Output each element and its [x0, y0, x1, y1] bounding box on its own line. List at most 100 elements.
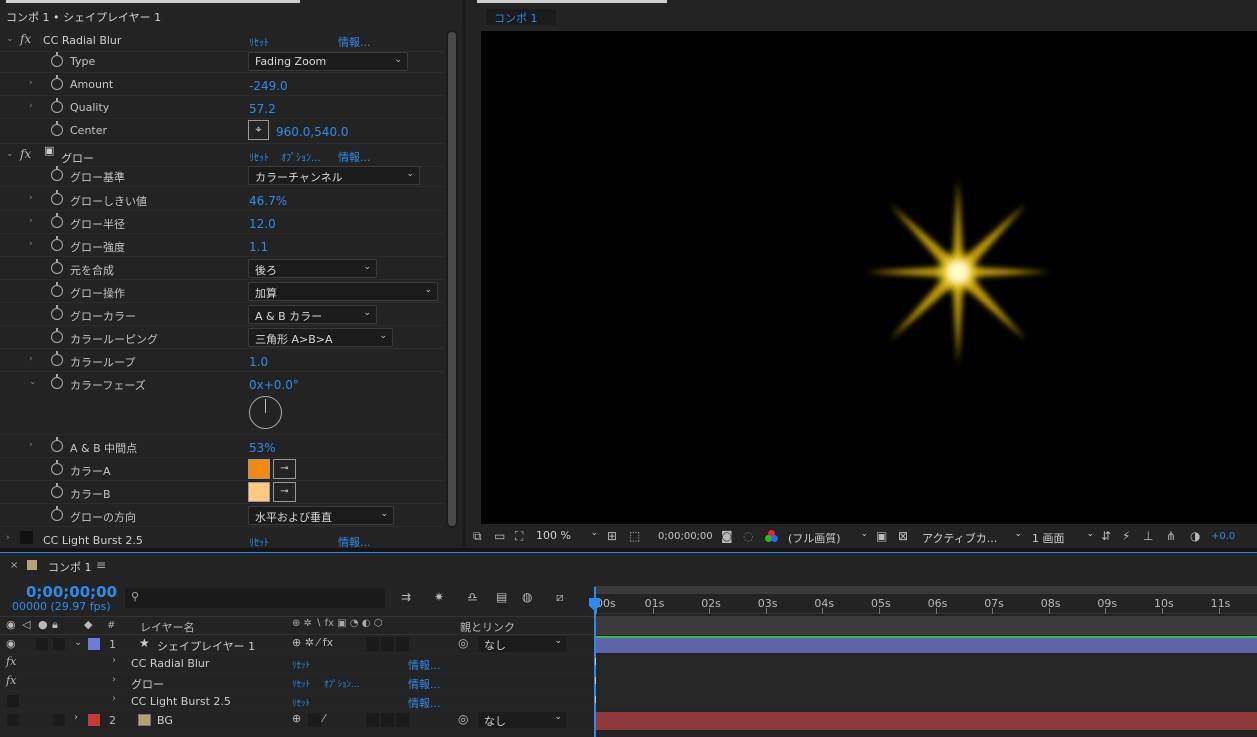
- switch-box[interactable]: [366, 637, 379, 651]
- expand-chevron-icon[interactable]: ›: [29, 101, 37, 112]
- region-of-interest-icon[interactable]: ⬚: [629, 529, 640, 543]
- expand-chevron-icon[interactable]: ›: [6, 533, 10, 543]
- expand-chevron-icon[interactable]: ›: [29, 78, 37, 89]
- shy-layers-icon[interactable]: ♎: [467, 590, 478, 604]
- switch-box[interactable]: [366, 713, 379, 727]
- work-area-bar[interactable]: [594, 586, 1257, 594]
- effect-radial-blur-header[interactable]: ⌄ fx CC Radial Blur ﾘｾｯﾄ 情報...: [0, 29, 444, 52]
- sub-effect-name[interactable]: グロー: [131, 676, 164, 692]
- prop-value[interactable]: 57.2: [249, 102, 276, 116]
- stopwatch-icon[interactable]: [51, 166, 63, 181]
- switch-box[interactable]: [396, 713, 409, 727]
- fx-toggle-icon[interactable]: fx: [6, 655, 16, 668]
- expand-chevron-icon[interactable]: ›: [29, 440, 37, 451]
- composition-canvas[interactable]: [481, 31, 1257, 524]
- fx-toggle-icon[interactable]: [20, 531, 33, 544]
- type-dropdown[interactable]: Fading Zoom ⌄: [248, 52, 408, 71]
- effect-panel-title[interactable]: コンポ 1 • シェイプレイヤー 1: [6, 9, 161, 25]
- layer-label-color[interactable]: [88, 714, 100, 726]
- sub-effect-name[interactable]: CC Radial Blur: [131, 657, 209, 670]
- channels-icon[interactable]: [765, 530, 778, 543]
- expand-chevron-icon[interactable]: ›: [29, 354, 37, 365]
- stopwatch-icon[interactable]: [51, 351, 63, 366]
- collapse-chevron-icon[interactable]: ⌄: [6, 34, 14, 44]
- expand-chevron-icon[interactable]: ›: [29, 193, 37, 204]
- solo-toggle[interactable]: [36, 638, 48, 650]
- column-parent-link[interactable]: 親とリンク: [460, 619, 515, 635]
- collapse-chevron-icon[interactable]: ⌄: [6, 149, 14, 159]
- mask-view-icon[interactable]: ⛶: [515, 529, 523, 544]
- column-layer-name[interactable]: レイヤー名: [140, 619, 195, 635]
- reset-link[interactable]: ﾘｾｯﾄ: [249, 34, 269, 49]
- glow-colors-dropdown[interactable]: A & B カラー ⌄: [248, 305, 377, 324]
- reset-link[interactable]: ﾘｾｯﾄ: [292, 658, 310, 671]
- fx-toggle-icon[interactable]: fx: [20, 147, 31, 161]
- collapse-chevron-icon[interactable]: ⌄: [74, 637, 82, 648]
- camera-view-dropdown[interactable]: アクティブカ... ⌄: [922, 529, 1022, 546]
- monitor-icon[interactable]: ▭: [494, 529, 505, 543]
- prop-value[interactable]: 12.0: [249, 217, 276, 231]
- switch-box[interactable]: [381, 637, 394, 651]
- reset-link[interactable]: ﾘｾｯﾄ: [292, 677, 310, 690]
- options-link[interactable]: ｵﾌﾟｼｮﾝ...: [281, 149, 321, 164]
- fast-previews-icon[interactable]: ⚡: [1122, 529, 1130, 543]
- stopwatch-icon[interactable]: [51, 305, 63, 320]
- layer-search-input[interactable]: ⚲: [125, 588, 385, 608]
- stopwatch-icon[interactable]: [51, 236, 63, 251]
- stopwatch-icon[interactable]: [51, 328, 63, 343]
- layer-switches[interactable]: ⊕: [292, 712, 301, 725]
- camera-icon[interactable]: ◙: [721, 529, 733, 543]
- stopwatch-icon[interactable]: [51, 506, 63, 521]
- switch-box[interactable]: [381, 713, 394, 727]
- expand-chevron-icon[interactable]: ›: [112, 655, 116, 666]
- layer-name[interactable]: BG: [157, 714, 173, 727]
- eye-toggle[interactable]: [7, 714, 19, 726]
- prop-value[interactable]: 53%: [249, 441, 276, 455]
- expand-chevron-icon[interactable]: ›: [112, 693, 116, 704]
- layer-label-color[interactable]: [88, 638, 100, 650]
- frame-blending-icon[interactable]: ▤: [496, 590, 507, 604]
- comp-mini-flowchart-icon[interactable]: ⇉: [401, 590, 411, 604]
- composite-original-dropdown[interactable]: 後ろ ⌄: [248, 259, 377, 278]
- color-b-swatch[interactable]: [248, 482, 270, 502]
- fx-toggle-icon[interactable]: fx: [6, 674, 16, 687]
- viewer-timecode[interactable]: 0;00;00;00: [658, 531, 713, 542]
- stopwatch-icon[interactable]: [51, 75, 63, 90]
- crosshair-icon[interactable]: ⌖: [248, 120, 269, 140]
- sub-effect-name[interactable]: CC Light Burst 2.5: [131, 695, 231, 708]
- video-eye-icon[interactable]: ◉: [6, 618, 16, 631]
- collapse-chevron-icon[interactable]: ⌄: [29, 377, 37, 388]
- info-link[interactable]: 情報...: [408, 657, 441, 673]
- eye-icon[interactable]: ◉: [6, 637, 16, 650]
- timeline-icon[interactable]: ⊥: [1143, 529, 1153, 543]
- switch-box[interactable]: [396, 637, 409, 651]
- expand-chevron-icon[interactable]: ›: [29, 216, 37, 227]
- prop-value[interactable]: -249.0: [249, 79, 288, 93]
- sub-effect-row[interactable]: fx › CC Radial Blur ﾘｾｯﾄ 情報...: [0, 654, 594, 673]
- exposure-value[interactable]: +0.0: [1211, 531, 1235, 542]
- sub-effect-row[interactable]: fx › グロー ﾘｾｯﾄ ｵﾌﾟｼｮﾝ... 情報...: [0, 673, 594, 692]
- stopwatch-icon[interactable]: [51, 52, 63, 67]
- tab-composition[interactable]: コンポ 1: [486, 9, 556, 25]
- prop-value[interactable]: 1.1: [249, 240, 268, 254]
- reset-link[interactable]: ﾘｾｯﾄ: [249, 534, 269, 549]
- angle-dial[interactable]: [249, 396, 282, 429]
- current-time-display[interactable]: 0;00;00;00: [26, 583, 117, 601]
- keyframe-marker-icon[interactable]: I: [594, 657, 597, 668]
- pickwhip-icon[interactable]: ◎: [458, 636, 468, 650]
- layer-name[interactable]: シェイプレイヤー 1: [157, 638, 255, 654]
- eyedropper-icon[interactable]: ⊸: [273, 459, 296, 479]
- audio-icon[interactable]: ◁: [22, 618, 30, 631]
- prop-value[interactable]: 960.0,540.0: [276, 125, 349, 139]
- resolution-icon[interactable]: ⊞: [607, 529, 617, 543]
- options-link[interactable]: ｵﾌﾟｼｮﾝ...: [324, 677, 360, 690]
- views-dropdown[interactable]: 1 画面 ⌄: [1032, 529, 1094, 546]
- layer-switches[interactable]: ⊕ ✲ ⁄ fx: [292, 636, 333, 649]
- lock-toggle[interactable]: [53, 714, 65, 726]
- expand-chevron-icon[interactable]: ›: [74, 712, 78, 723]
- show-snapshot-icon[interactable]: ◌: [743, 529, 753, 543]
- close-tab-icon[interactable]: ×: [10, 560, 18, 571]
- stopwatch-icon[interactable]: [51, 121, 63, 136]
- lock-icon[interactable]: 🔒︎: [52, 618, 58, 632]
- keyframe-marker-icon[interactable]: I: [594, 676, 597, 687]
